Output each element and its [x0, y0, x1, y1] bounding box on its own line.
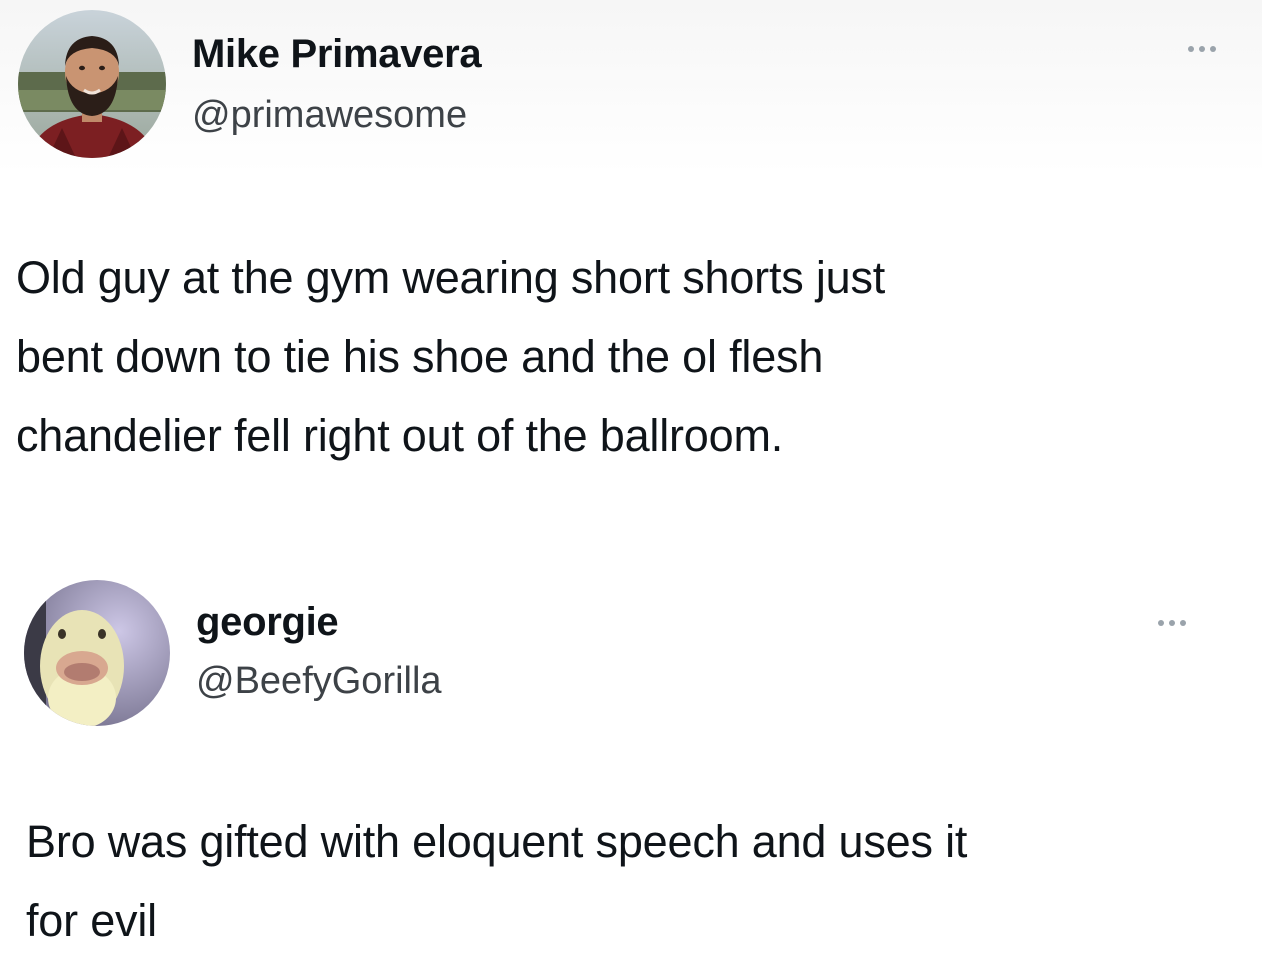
dot — [1158, 620, 1164, 626]
dot — [1188, 46, 1194, 52]
avatar-duck-icon — [24, 580, 170, 726]
tweet-text-line: Old guy at the gym wearing short shorts … — [16, 252, 886, 303]
tweet-text: Bro was gifted with eloquent speech and … — [26, 802, 1246, 960]
avatar-bearded-man-icon — [18, 10, 166, 158]
more-options-icon[interactable] — [1158, 620, 1186, 626]
dot — [1199, 46, 1205, 52]
tweet-text-line: Bro was gifted with eloquent speech and … — [26, 816, 968, 867]
tweet-text-line: chandelier fell right out of the ballroo… — [16, 410, 784, 461]
avatar[interactable] — [24, 580, 170, 726]
author-handle[interactable]: @BeefyGorilla — [196, 660, 442, 703]
tweet-text: Old guy at the gym wearing short shorts … — [16, 238, 1236, 475]
dot — [1210, 46, 1216, 52]
dot — [1180, 620, 1186, 626]
author-display-name[interactable]: Mike Primavera — [192, 32, 482, 77]
tweet-text-line: bent down to tie his shoe and the ol fle… — [16, 331, 824, 382]
author-display-name[interactable]: georgie — [196, 600, 339, 645]
more-options-icon[interactable] — [1188, 46, 1216, 52]
tweet-reply: georgie @BeefyGorilla Bro was gifted wit… — [0, 560, 1262, 970]
dot — [1169, 620, 1175, 626]
tweet-text-line: for evil — [26, 895, 157, 946]
avatar[interactable] — [18, 10, 166, 158]
tweet-screenshot: Mike Primavera @primawesome Old guy at t… — [0, 0, 1262, 970]
author-handle[interactable]: @primawesome — [192, 94, 467, 137]
tweet-original: Mike Primavera @primawesome Old guy at t… — [0, 0, 1262, 560]
